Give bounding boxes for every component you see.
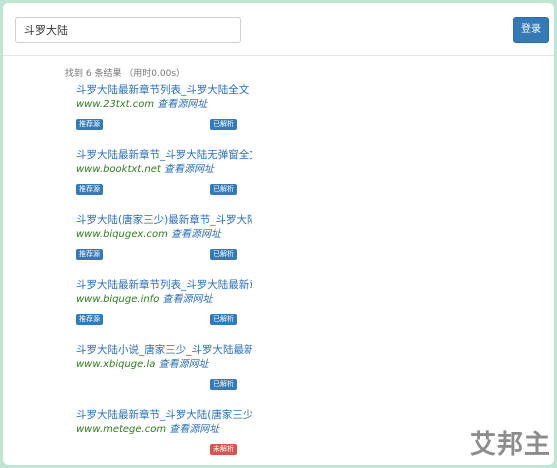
parse-status-badge: 已解析 bbox=[210, 249, 237, 260]
recommended-badge: 推荐源 bbox=[76, 249, 103, 260]
parse-status-badge: 已解析 bbox=[210, 119, 237, 130]
parse-status-badge: 已解析 bbox=[210, 379, 237, 390]
result-domain: www.booktxt.net bbox=[76, 164, 161, 175]
result-url: www.booktxt.net 查看源网址 bbox=[76, 163, 214, 177]
result-title-link[interactable]: 斗罗大陆最新章节_斗罗大陆无弹窗全文 bbox=[76, 148, 252, 162]
result-title-link[interactable]: 斗罗大陆小说_唐家三少_斗罗大陆最新 bbox=[76, 343, 252, 357]
recommended-badge: 推荐源 bbox=[76, 184, 103, 195]
result-list: 斗罗大陆最新章节列表_斗罗大陆全文 www.23txt.com 查看源网址 推荐源已… bbox=[76, 83, 256, 465]
view-source-link[interactable]: 查看源网址 bbox=[159, 359, 209, 370]
result-item: 斗罗大陆最新章节_斗罗大陆(唐家三少 www.metege.com 查看源网址 未解… bbox=[76, 408, 256, 465]
result-item: 斗罗大陆最新章节_斗罗大陆无弹窗全文 www.booktxt.net 查看源网址推… bbox=[76, 148, 256, 213]
result-item: 斗罗大陆小说_唐家三少_斗罗大陆最新 www.xbiquge.la 查看源网址 已解… bbox=[76, 343, 256, 408]
result-item: 斗罗大陆最新章节列表_斗罗大陆最新章 www.biquge.info 查看源网址推… bbox=[76, 278, 256, 343]
result-url: www.metege.com 查看源网址 bbox=[76, 423, 219, 437]
result-domain: www.biqugex.com bbox=[76, 229, 168, 240]
result-domain: www.xbiquge.la bbox=[76, 359, 156, 370]
app-frame: 登录 找到 6 条结果 （用时0.00s） 斗罗大陆最新章节列表_斗罗大陆全文w… bbox=[3, 3, 554, 465]
result-url: www.biquge.info 查看源网址 bbox=[76, 293, 213, 307]
result-url: www.23txt.com 查看源网址 bbox=[76, 98, 207, 112]
parse-status-badge: 已解析 bbox=[210, 184, 237, 195]
watermark-logo: 艾邦主 bbox=[470, 430, 552, 460]
result-count: 找到 6 条结果 （用时0.00s） bbox=[65, 69, 186, 79]
result-domain: www.biquge.info bbox=[76, 294, 160, 305]
view-source-link[interactable]: 查看源网址 bbox=[164, 164, 214, 175]
recommended-badge: 推荐源 bbox=[76, 314, 103, 325]
login-button[interactable]: 登录 bbox=[513, 17, 549, 43]
result-item: 斗罗大陆(唐家三少)最新章节_斗罗大陆 www.biqugex.com 查看源网址… bbox=[76, 213, 256, 278]
header-bar: 登录 bbox=[3, 3, 554, 56]
result-title-link[interactable]: 斗罗大陆(唐家三少)最新章节_斗罗大陆 bbox=[76, 213, 252, 227]
result-url: www.biqugex.com 查看源网址 bbox=[76, 228, 221, 242]
result-title-link[interactable]: 斗罗大陆最新章节列表_斗罗大陆最新章 bbox=[76, 278, 252, 292]
result-title-link[interactable]: 斗罗大陆最新章节列表_斗罗大陆全文 bbox=[76, 83, 252, 97]
view-source-link[interactable]: 查看源网址 bbox=[169, 424, 219, 435]
result-title-link[interactable]: 斗罗大陆最新章节_斗罗大陆(唐家三少 bbox=[76, 408, 252, 422]
parse-status-badge: 已解析 bbox=[210, 314, 237, 325]
view-source-link[interactable]: 查看源网址 bbox=[171, 229, 221, 240]
view-source-link[interactable]: 查看源网址 bbox=[157, 99, 207, 110]
parse-status-badge: 未解析 bbox=[210, 444, 237, 455]
recommended-badge: 推荐源 bbox=[76, 119, 103, 130]
search-input[interactable] bbox=[15, 17, 241, 43]
result-domain: www.metege.com bbox=[76, 424, 167, 435]
result-domain: www.23txt.com bbox=[76, 99, 155, 110]
result-item: 斗罗大陆最新章节列表_斗罗大陆全文 www.23txt.com 查看源网址 推荐源已… bbox=[76, 83, 256, 148]
result-url: www.xbiquge.la 查看源网址 bbox=[76, 358, 209, 372]
view-source-link[interactable]: 查看源网址 bbox=[163, 294, 213, 305]
